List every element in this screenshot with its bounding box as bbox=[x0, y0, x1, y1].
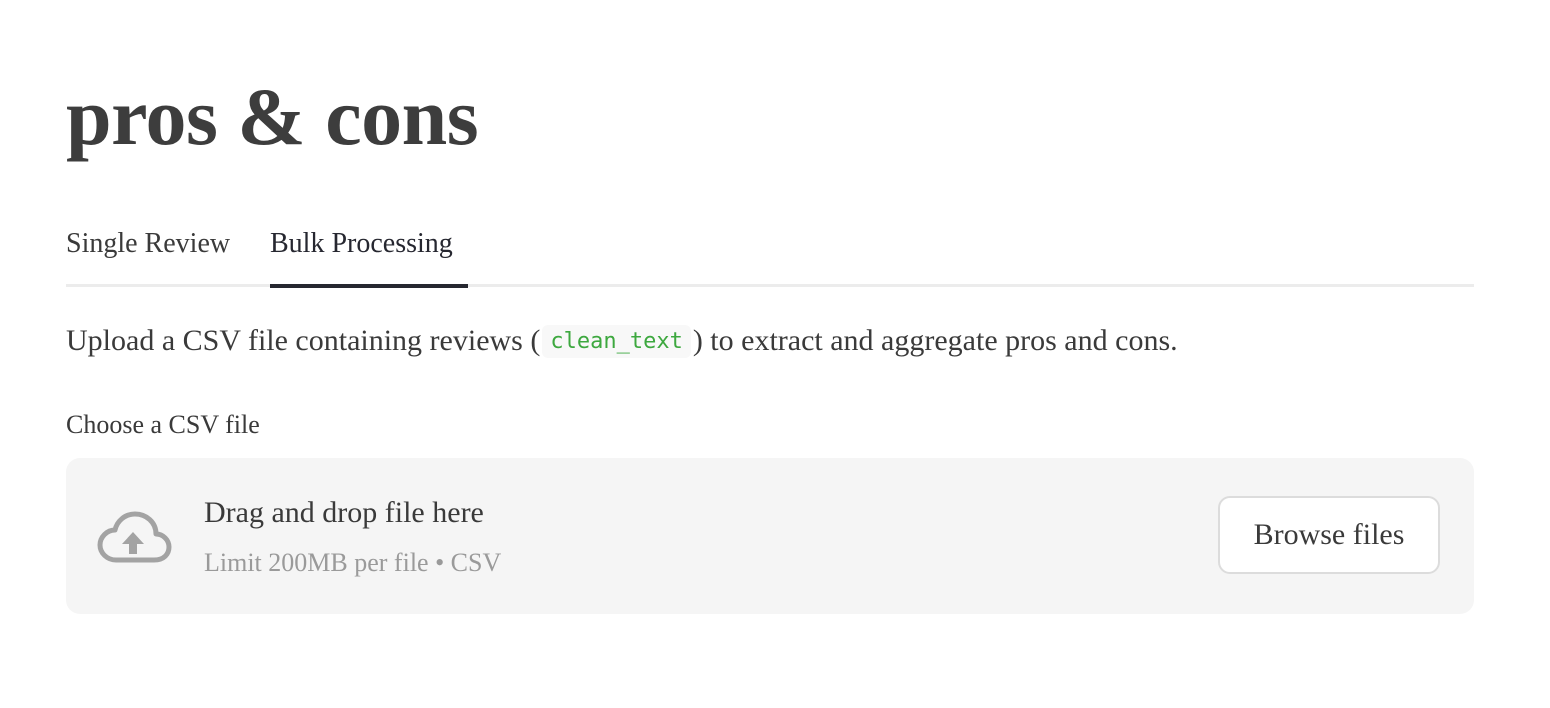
file-dropzone[interactable]: Drag and drop file here Limit 200MB per … bbox=[66, 458, 1474, 614]
tab-bar: Single Review Bulk Processing bbox=[66, 222, 1474, 288]
description-text: Upload a CSV file containing reviews (cl… bbox=[66, 324, 1178, 358]
file-uploader-label: Choose a CSV file bbox=[66, 410, 260, 439]
dropzone-limit-text: Limit 200MB per file • CSV bbox=[204, 548, 502, 577]
column-name-code: clean_text bbox=[542, 325, 691, 358]
page-title: pros & cons bbox=[66, 71, 479, 162]
browse-files-button[interactable]: Browse files bbox=[1218, 496, 1440, 574]
tab-bulk-processing[interactable]: Bulk Processing bbox=[270, 228, 453, 260]
dropzone-instructions: Drag and drop file here bbox=[204, 496, 484, 529]
tab-single-review[interactable]: Single Review bbox=[66, 228, 230, 260]
cloud-upload-icon bbox=[97, 511, 172, 563]
description-prefix: Upload a CSV file containing reviews ( bbox=[66, 324, 541, 357]
description-suffix: ) to extract and aggregate pros and cons… bbox=[692, 324, 1178, 357]
active-tab-indicator bbox=[270, 284, 468, 288]
